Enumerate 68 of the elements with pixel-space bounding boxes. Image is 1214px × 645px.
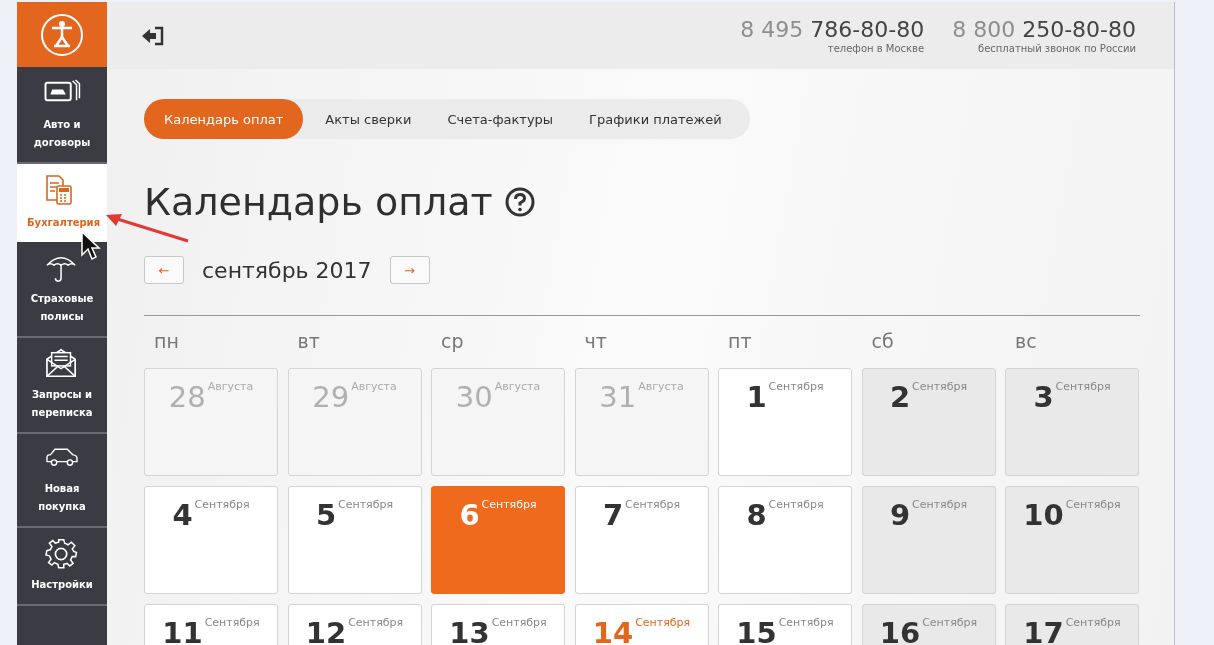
weekday-label: вс (1014, 330, 1038, 354)
month-name: Августа (351, 379, 397, 395)
weekday-label: чт (583, 330, 608, 354)
sidebar-item[interactable]: Бухгалтерия (17, 164, 107, 242)
sidebar-label: Запросы и переписка (30, 388, 94, 420)
exit-icon[interactable] (141, 25, 165, 46)
month-name: Августа (638, 379, 684, 395)
logo-icon (40, 12, 84, 57)
mouse-cursor-icon (81, 231, 101, 261)
sidebar-label: Настройки (30, 578, 94, 592)
day-number: 15 (736, 615, 777, 645)
help-icon[interactable] (504, 187, 535, 217)
phone-number[interactable]: 8 495 786-80-80 (740, 17, 925, 43)
weekday-label: пт (727, 330, 753, 354)
day-number: 11 (162, 615, 203, 645)
weekday-label: вт (296, 330, 321, 354)
day-number: 5 (315, 497, 337, 533)
day-number: 1 (746, 379, 767, 415)
tab[interactable]: Графики платежей (575, 99, 736, 139)
month-name: Сентября (194, 497, 250, 513)
day-number: 14 (592, 615, 634, 645)
day-number: 9 (889, 497, 911, 533)
tab[interactable]: Акты сверки (311, 99, 426, 139)
day-number: 3 (1033, 379, 1054, 415)
day-number: 13 (449, 615, 490, 645)
weekday-label: пн (153, 330, 180, 354)
day-number: 30 (455, 379, 493, 415)
tab[interactable]: Счета-фактуры (433, 99, 568, 139)
phone-caption: телефон в Москве (827, 43, 925, 54)
day-number: 31 (599, 379, 637, 415)
day-number: 16 (879, 615, 921, 645)
day-number: 4 (172, 497, 193, 533)
month-name: Сентября (625, 497, 681, 513)
month-name: Августа (494, 379, 541, 395)
sidebar-label: Страховые полисы (29, 292, 95, 324)
day-number: 7 (602, 497, 624, 533)
day-number: 28 (168, 379, 206, 415)
day-number: 12 (305, 615, 347, 645)
weekday-label: сб (870, 330, 895, 354)
month-name: Сентября (768, 497, 824, 513)
day-number: 10 (1023, 497, 1064, 533)
month-name: Сентября (635, 615, 691, 631)
phone-caption: бесплатный звонок по России (978, 43, 1136, 54)
day-number: 29 (312, 379, 350, 415)
month-name: Сентября (912, 497, 968, 513)
month-name: Сентября (912, 379, 968, 395)
month-name: Сентября (922, 615, 978, 631)
month-name: Сентября (481, 497, 537, 513)
day-number: 2 (889, 379, 911, 415)
phone-number[interactable]: 8 800 250-80-80 (952, 17, 1136, 43)
month-name: Сентября (1065, 497, 1121, 513)
sidebar-label: Авто и договоры (32, 118, 92, 150)
month-name: Сентября (348, 615, 404, 631)
month-name: Сентября (1065, 615, 1121, 631)
day-number: 6 (459, 497, 480, 533)
day-number: 17 (1023, 615, 1064, 645)
month-name: Сентября (768, 379, 824, 395)
month-name: Сентября (204, 615, 260, 631)
day-number: 8 (746, 497, 767, 533)
month-name: Августа (207, 379, 254, 395)
month-label: сентябрь 2017 (202, 257, 372, 283)
weekday-label: ср (440, 330, 465, 354)
month-name: Сентября (1055, 379, 1111, 395)
month-name: Сентября (338, 497, 394, 513)
month-name: Сентября (491, 615, 547, 631)
month-name: Сентября (778, 615, 834, 631)
sidebar-label: Новая покупка (37, 482, 87, 514)
page-title: Календарь оплат (144, 180, 493, 224)
